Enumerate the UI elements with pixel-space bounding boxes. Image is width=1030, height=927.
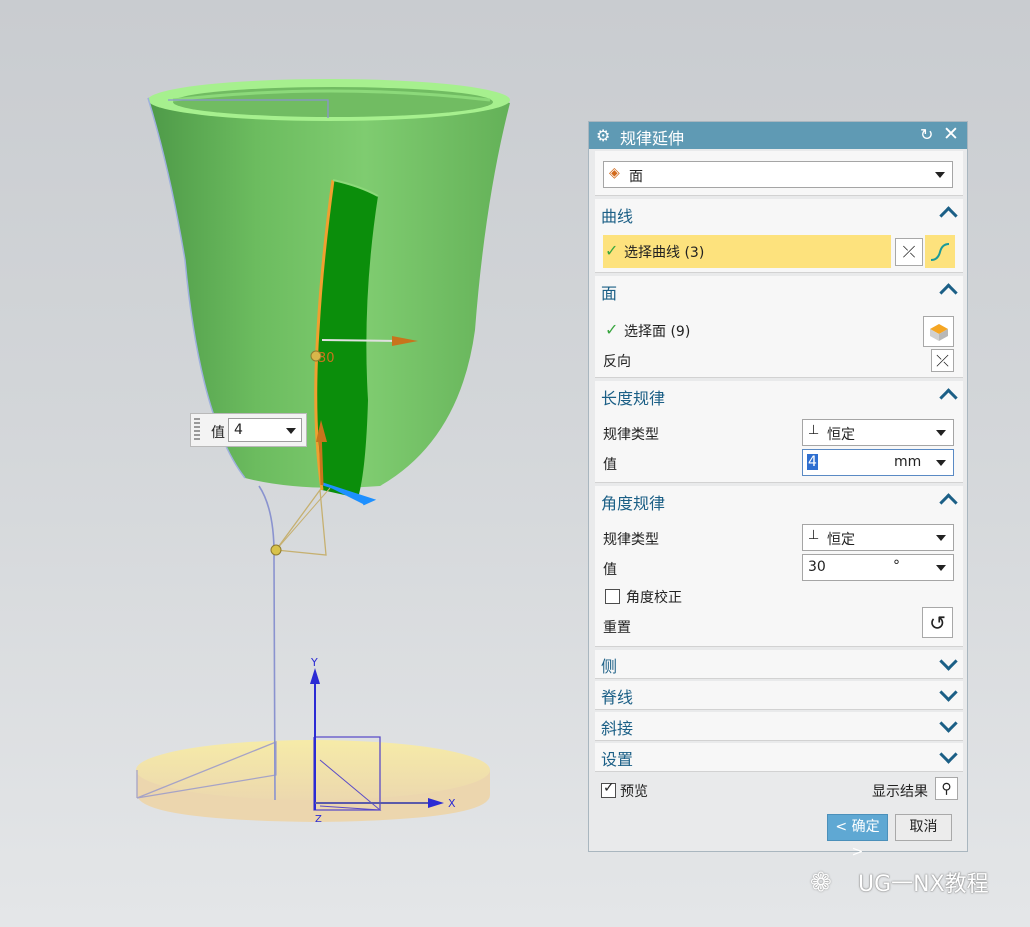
cross-arrows-icon: ⤫ (902, 242, 916, 261)
select-curve-row[interactable]: ✓ 选择曲线 (3) (603, 235, 891, 268)
select-face-label[interactable]: 选择面 (9) (624, 321, 690, 341)
angle-correction-label: 角度校正 (626, 590, 682, 606)
drag-grip-icon[interactable] (194, 418, 200, 442)
constant-law-icon: ⊥ (808, 528, 820, 543)
collapse-icon[interactable] (939, 206, 958, 225)
reset-button[interactable]: ↺ (922, 607, 953, 638)
dialog-titlebar[interactable]: ⚙ 规律延伸 ↻ ✕ (589, 122, 967, 149)
expand-icon[interactable] (939, 745, 958, 764)
preview-label: 预览 (620, 784, 648, 800)
side-section-title: 侧 (601, 657, 618, 676)
base-disk (136, 740, 490, 822)
spine-section-title: 脊线 (601, 688, 634, 707)
reset-label: 重置 (603, 620, 631, 636)
angle-law-title: 角度规律 (601, 494, 666, 513)
collapse-icon[interactable] (939, 493, 958, 512)
gear-icon: ⚙ (596, 126, 611, 145)
watermark: ❁ UG一NX教程 (808, 862, 1008, 902)
length-value-input[interactable]: 4 mm (802, 449, 954, 476)
length-value-label: 值 (603, 457, 617, 473)
type-section: ◈ 面 (595, 151, 963, 196)
wechat-icon: ❁ (810, 868, 832, 898)
reverse-label: 反向 (603, 354, 631, 370)
angle-law-type-label: 规律类型 (603, 532, 659, 548)
law-extension-dialog: ⚙ 规律延伸 ↻ ✕ ◈ 面 曲线 ✓ 选择曲线 (3) ⤫ 面 ✓ 选择面 (… (588, 121, 968, 860)
angle-law-type-value: 恒定 (827, 532, 855, 548)
angle-value-label: 值 (603, 562, 617, 578)
collapse-icon[interactable] (939, 283, 958, 302)
face-type-icon: ◈ (609, 165, 620, 181)
face-cube-icon (929, 323, 948, 341)
reverse-face-button[interactable]: ⤫ (931, 349, 954, 372)
chevron-down-icon (936, 565, 946, 571)
y-axis-label: Y (310, 656, 318, 669)
face-section-title: 面 (601, 284, 618, 303)
angle-handle-label: 30 (318, 351, 335, 366)
onscreen-value-label: 值 (211, 425, 225, 441)
chevron-down-icon (286, 428, 296, 434)
curve-section: 曲线 ✓ 选择曲线 (3) ⤫ (595, 199, 963, 273)
select-face-button[interactable] (923, 316, 954, 347)
chevron-down-icon (935, 172, 945, 178)
cross-arrows-icon: ⤫ (936, 350, 949, 370)
chevron-down-icon (936, 430, 946, 436)
length-law-title: 长度规律 (601, 389, 666, 408)
settings-section[interactable]: 设置 (595, 743, 963, 772)
watermark-text: UG一NX教程 (858, 872, 989, 897)
reverse-direction-button[interactable]: ⤫ (895, 238, 923, 266)
curve-icon (930, 242, 950, 261)
z-axis-label: Z (315, 814, 322, 825)
collapse-icon[interactable] (939, 388, 958, 407)
expand-icon[interactable] (939, 714, 958, 733)
check-icon: ✓ (605, 320, 619, 339)
preview-checkbox[interactable] (601, 780, 616, 798)
dialog-title: 规律延伸 (620, 129, 685, 148)
type-select[interactable]: ◈ 面 (603, 161, 953, 188)
curve-section-title: 曲线 (601, 207, 634, 226)
miter-section[interactable]: 斜接 (595, 712, 963, 741)
chevron-down-icon (936, 535, 946, 541)
onscreen-value-text: 4 (234, 422, 243, 438)
side-section[interactable]: 侧 (595, 650, 963, 679)
angle-value-input[interactable]: 30 ° (802, 554, 954, 581)
miter-section-title: 斜接 (601, 719, 634, 738)
spine-section[interactable]: 脊线 (595, 681, 963, 710)
type-select-value: 面 (629, 169, 643, 185)
length-law-type-value: 恒定 (827, 427, 855, 443)
angle-value-text: 30 (808, 559, 826, 575)
close-icon[interactable]: ✕ (943, 123, 959, 145)
settings-section-title: 设置 (601, 750, 634, 769)
x-axis-label: X (448, 797, 456, 810)
onscreen-value-select[interactable]: 4 (228, 418, 302, 442)
angle-law-type-select[interactable]: ⊥ 恒定 (802, 524, 954, 551)
face-section: 面 ✓ 选择面 (9) 反向 ⤫ (595, 276, 963, 378)
curve-rule-button[interactable] (925, 235, 955, 268)
angle-unit: ° (893, 558, 900, 574)
magnifier-icon: ⚲ (941, 780, 952, 797)
cancel-button[interactable]: 取消 (895, 814, 952, 841)
angle-correction-checkbox[interactable] (605, 589, 620, 604)
show-result-button[interactable]: ⚲ (935, 777, 958, 800)
angle-law-section: 角度规律 规律类型 ⊥ 恒定 值 30 ° 角度校正 重置 ↺ (595, 486, 963, 647)
length-law-section: 长度规律 规律类型 ⊥ 恒定 值 4 mm (595, 381, 963, 483)
ok-button[interactable]: < 确定 > (827, 814, 888, 860)
reset-icon[interactable]: ↻ (920, 125, 933, 144)
length-law-type-select[interactable]: ⊥ 恒定 (802, 419, 954, 446)
length-value-text: 4 (807, 454, 818, 470)
onscreen-value-input[interactable]: 值 4 (190, 413, 307, 447)
length-law-type-label: 规律类型 (603, 427, 659, 443)
reset-icon: ↺ (929, 610, 946, 635)
expand-icon[interactable] (939, 683, 958, 702)
length-unit: mm (894, 454, 922, 470)
chevron-down-icon (936, 460, 946, 466)
expand-icon[interactable] (939, 652, 958, 671)
show-result-label: 显示结果 (872, 784, 928, 800)
select-curve-label: 选择曲线 (3) (624, 245, 705, 261)
check-icon: ✓ (605, 241, 619, 260)
constant-law-icon: ⊥ (808, 423, 820, 438)
